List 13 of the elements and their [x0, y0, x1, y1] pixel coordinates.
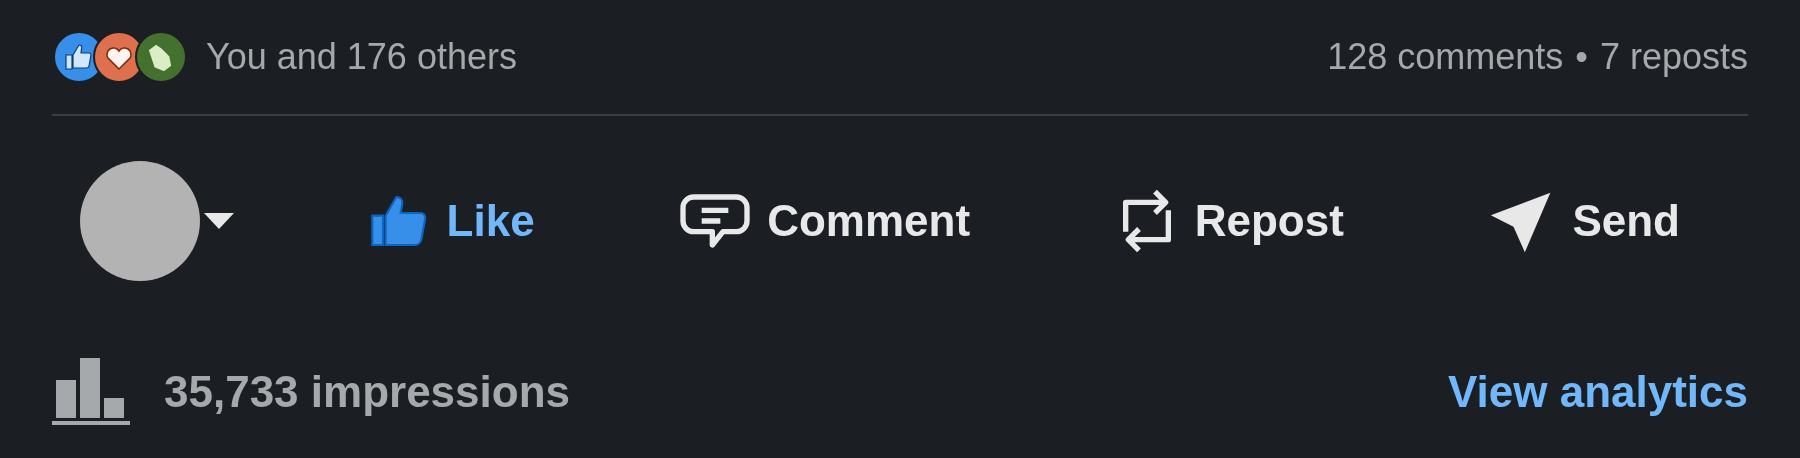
separator-dot: • — [1575, 35, 1588, 79]
action-button[interactable]: Like — [354, 180, 547, 262]
reaction-summary[interactable]: You and 176 others — [206, 30, 517, 84]
avatar-switcher[interactable] — [80, 161, 234, 281]
reposts-count[interactable]: 7 reposts — [1599, 30, 1748, 84]
impressions-count: 35,733 impressions — [164, 366, 570, 418]
comments-count[interactable]: 128 comments — [1327, 30, 1564, 84]
action-button[interactable]: Comment — [667, 180, 983, 262]
action-button[interactable]: Send — [1476, 179, 1692, 263]
view-analytics-link[interactable]: View analytics — [1447, 359, 1748, 425]
bar-chart-icon — [52, 358, 132, 426]
action-button[interactable]: Repost — [1102, 175, 1356, 267]
caret-icon — [204, 213, 234, 229]
